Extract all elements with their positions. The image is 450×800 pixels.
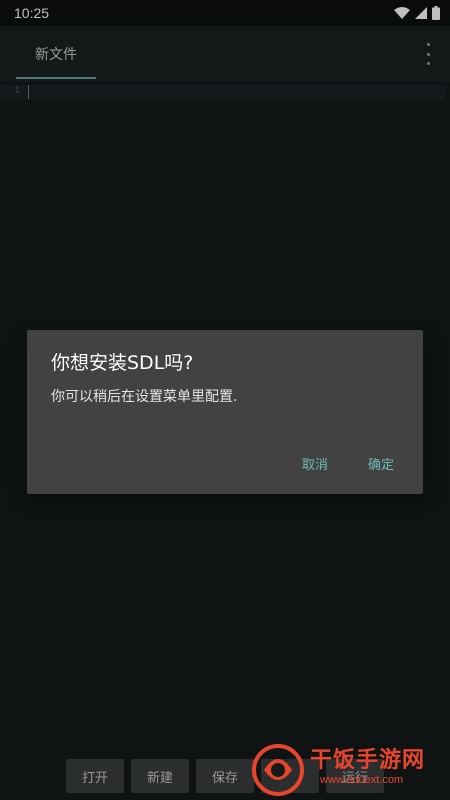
watermark-url: www.eduext.com (320, 774, 404, 786)
watermark: 干饭手游网 www.eduext.com (250, 738, 446, 796)
cancel-button[interactable]: 取消 (293, 448, 337, 478)
watermark-text: 干饭手游网 (310, 748, 426, 773)
confirm-button[interactable]: 确定 (359, 448, 403, 478)
install-sdl-dialog: 你想安装SDL吗? 你可以稍后在设置菜单里配置. 取消 确定 (27, 330, 423, 494)
dialog-title: 你想安装SDL吗? (51, 352, 194, 374)
watermark-logo-icon (252, 744, 304, 796)
app-screen: 10:25 新文件 1 打开 新建 保存 运行 你想安装SDL吗? 你可以稍后在… (0, 0, 450, 800)
dialog-message: 你可以稍后在设置菜单里配置. (51, 389, 238, 405)
